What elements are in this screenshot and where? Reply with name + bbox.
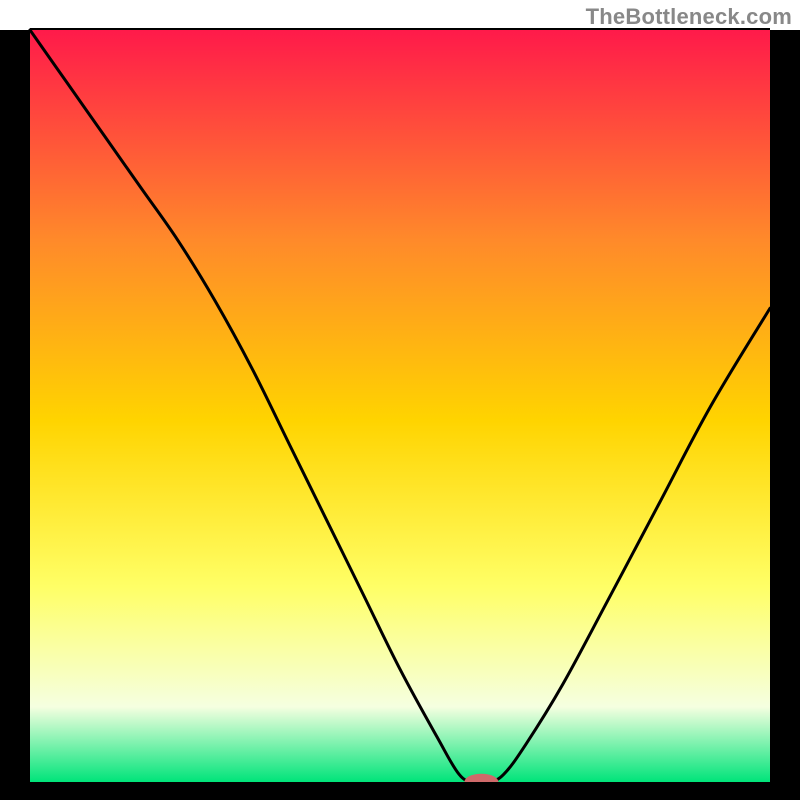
attribution-label: TheBottleneck.com xyxy=(586,4,792,30)
frame-bottom xyxy=(0,782,800,800)
frame-right xyxy=(770,30,800,800)
bottleneck-chart xyxy=(0,0,800,800)
frame-left xyxy=(0,30,30,800)
chart-container: TheBottleneck.com xyxy=(0,0,800,800)
